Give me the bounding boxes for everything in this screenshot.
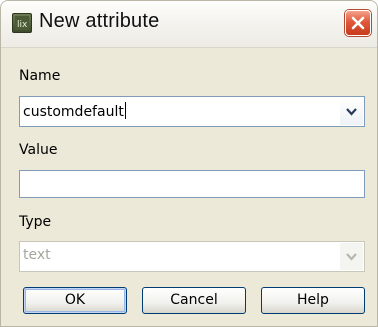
title-bar[interactable]: lix New attribute bbox=[1, 1, 377, 48]
name-combobox[interactable]: customdefault bbox=[19, 96, 365, 127]
new-attribute-dialog: lix New attribute Name customdefault Val… bbox=[0, 0, 378, 327]
type-combobox[interactable]: text bbox=[19, 241, 365, 272]
value-label: Value bbox=[19, 142, 58, 158]
close-icon bbox=[351, 16, 365, 30]
name-label: Name bbox=[19, 68, 61, 84]
chevron-down-icon bbox=[346, 253, 357, 261]
ok-button[interactable]: OK bbox=[23, 287, 127, 314]
type-dropdown-button[interactable] bbox=[340, 243, 363, 270]
value-input[interactable] bbox=[19, 170, 365, 198]
type-value: text bbox=[23, 247, 51, 263]
help-button[interactable]: Help bbox=[261, 287, 365, 314]
type-label: Type bbox=[19, 214, 52, 230]
svg-text:lix: lix bbox=[17, 20, 28, 30]
dialog-title: New attribute bbox=[39, 10, 160, 32]
text-caret bbox=[124, 102, 126, 119]
app-icon: lix bbox=[12, 13, 32, 33]
name-value: customdefault bbox=[23, 104, 124, 120]
close-button[interactable] bbox=[345, 10, 371, 36]
chevron-down-icon bbox=[346, 108, 357, 116]
cancel-button[interactable]: Cancel bbox=[142, 287, 246, 314]
name-dropdown-button[interactable] bbox=[340, 98, 363, 125]
